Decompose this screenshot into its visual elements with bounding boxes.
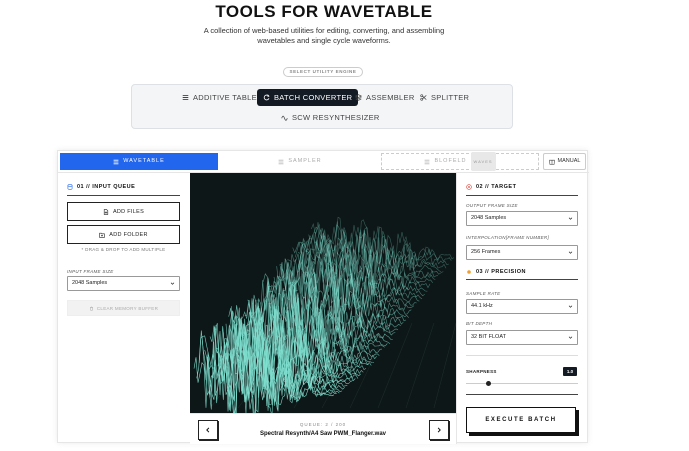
tab-badge: WAVES [470,152,496,171]
chevron-down-icon [568,336,573,339]
mode-tabbar: WAVETABLE SAMPLER BLOFELD WAVES MANUAL [58,151,589,173]
button-label: ADD FILES [112,208,145,215]
trash-icon [89,306,93,311]
sample-rate-select[interactable]: 44.1 kHz [466,299,578,314]
output-frame-size-label: OUTPUT FRAME SIZE [466,203,518,208]
select-value: 2048 Samples [72,280,108,286]
next-button[interactable] [429,420,449,440]
sharpness-label: SHARPNESS [466,369,497,374]
engine-label: SCW RESYNTHESIZER [292,113,380,122]
layers-icon [355,94,362,101]
drag-drop-hint: * DRAG & DROP TO ADD MULTIPLE [81,247,166,252]
wavetable-render [193,216,456,413]
select-value: 44.1 kHz [471,303,493,309]
engine-splitter-button[interactable]: SPLITTER [420,89,469,106]
tab-label: BLOFELD [434,158,467,164]
folder-plus-icon [99,232,105,238]
engine-label: SPLITTER [431,93,470,102]
button-label: CLEAR MEMORY BUFFER [96,305,159,311]
engine-label: BATCH CONVERTER [274,93,353,102]
grid-line [433,322,456,409]
section-divider [466,195,578,196]
sharpness-value: 1.0 [563,367,577,376]
interpolation-label: INTERPOLATION[FRAME NUMBER] [466,235,550,240]
current-file-name: Spectral Resynth/A4 Saw PWM_Flanger.wav [259,431,387,437]
section-divider [466,355,578,356]
wavetable-3d-view[interactable] [190,173,456,413]
page-title: TOOLS FOR WAVETABLE [215,2,433,21]
chevron-down-icon [568,217,573,220]
app-window: WAVETABLE SAMPLER BLOFELD WAVES MANUAL 0… [57,150,589,444]
engine-selector: ADDITIVE TABLE BATCH CONVERTER ASSEMBLER… [131,84,513,129]
section-divider [466,279,578,280]
select-value: 256 Frames [471,249,501,255]
file-plus-icon [103,208,109,215]
engine-label: ASSEMBLER [366,93,415,102]
engine-additive-table-button[interactable]: ADDITIVE TABLE [182,89,257,106]
target-panel: 02 // TARGET OUTPUT FRAME SIZE 2048 Samp… [456,173,589,444]
manual-label: MANUAL [557,158,581,164]
clear-memory-button[interactable]: CLEAR MEMORY BUFFER [67,300,180,316]
engine-select-label: SELECT UTILITY ENGINE [283,67,363,77]
sample-rate-label: SAMPLE RATE [466,291,501,296]
bars-icon [182,94,189,101]
section-divider [466,394,578,395]
target-title: 02 // TARGET [466,184,516,190]
tab-sampler[interactable]: SAMPLER [221,153,379,170]
preview-nav-bar: QUEUE: 2 / 200 Spectral Resynth/A4 Saw P… [190,413,456,444]
manual-button[interactable]: MANUAL [543,153,586,170]
sharpness-slider-thumb[interactable] [485,381,491,386]
precision-title: 03 // PRECISION [466,269,526,275]
input-queue-title: 01 // INPUT QUEUE [67,184,135,190]
engine-label: ADDITIVE TABLE [193,93,257,102]
input-frame-size-label: INPUT FRAME SIZE [67,269,114,274]
engine-assembler-button[interactable]: ASSEMBLER [355,89,415,106]
queue-counter: QUEUE: 2 / 200 [299,422,347,427]
tab-blofeld[interactable]: BLOFELD WAVES [381,152,539,171]
engine-scw-resynthesizer-button[interactable]: SCW RESYNTHESIZER [281,109,380,126]
bars-icon [113,159,119,164]
refresh-icon [263,94,270,101]
bit-depth-label: BIT DEPTH [466,321,493,326]
page-description: A collection of web-based utilities for … [203,26,445,45]
tab-label: SAMPLER [288,158,322,164]
scissors-icon [420,94,427,101]
select-value: 32 BIT FLOAT [471,334,506,340]
execute-batch-button[interactable]: EXECUTE BATCH [466,407,576,433]
grid-line [405,322,435,409]
chevron-down-icon [170,282,175,285]
add-files-button[interactable]: ADD FILES [67,202,180,221]
output-frame-size-select[interactable]: 2048 Samples [466,211,578,226]
sharpness-slider-track[interactable] [466,383,578,384]
bars-icon [278,159,284,164]
tab-label: WAVETABLE [123,158,165,164]
bars-icon [425,159,430,164]
sun-icon [467,270,471,274]
database-icon [67,184,73,190]
input-queue-panel: 01 // INPUT QUEUE ADD FILES ADD FOLDER *… [58,173,190,444]
wave-icon [281,115,288,121]
chevron-down-icon [568,251,573,254]
target-icon [466,184,472,190]
button-label: ADD FOLDER [109,231,148,238]
grid-line [377,322,413,409]
interpolation-select[interactable]: 256 Frames [466,245,578,260]
section-title-text: 01 // INPUT QUEUE [77,184,136,190]
add-folder-button[interactable]: ADD FOLDER [67,225,180,244]
bit-depth-select[interactable]: 32 BIT FLOAT [466,330,578,345]
book-icon [548,159,555,165]
tab-wavetable[interactable]: WAVETABLE [60,153,218,170]
input-frame-size-select[interactable]: 2048 Samples [67,276,180,291]
section-title-text: 02 // TARGET [476,184,517,190]
chevron-right-icon [437,427,441,433]
section-divider [67,195,180,196]
wavetable-frame [313,216,455,266]
engine-batch-converter-button[interactable]: BATCH CONVERTER [257,89,359,106]
section-title-text: 03 // PRECISION [476,269,526,275]
chevron-down-icon [568,305,573,308]
select-value: 2048 Samples [471,215,507,221]
